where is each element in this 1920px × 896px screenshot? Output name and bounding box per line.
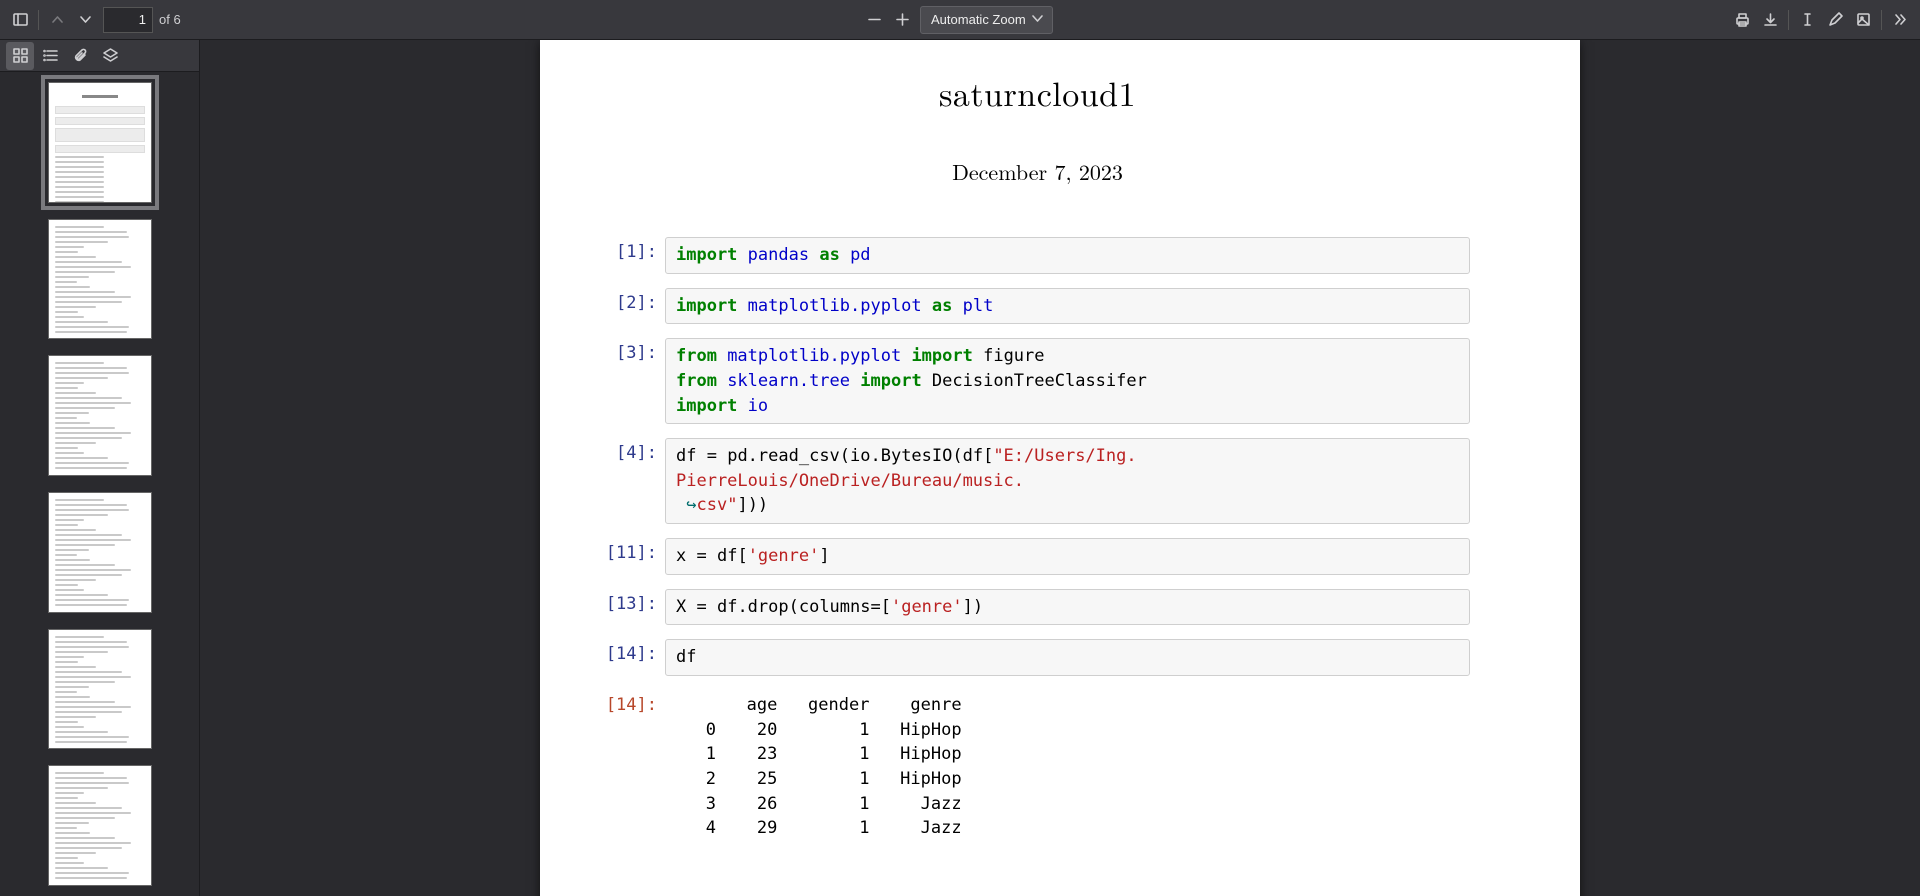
minus-icon <box>866 11 883 28</box>
thumbnail-page-6[interactable] <box>48 765 152 886</box>
cell-prompt: [4]: <box>605 438 665 463</box>
code-box: df = pd.read_csv(io.BytesIO(df["E:/Users… <box>665 438 1470 524</box>
zoom-select[interactable]: Automatic Zoom <box>920 6 1053 34</box>
code-box: X = df.drop(columns=['genre']) <box>665 589 1470 626</box>
separator <box>1881 10 1882 30</box>
sidebar-icon <box>12 11 29 28</box>
outline-view-button[interactable] <box>36 42 64 70</box>
tools-menu-button[interactable] <box>1886 6 1914 34</box>
code-box: df <box>665 639 1470 676</box>
code-box: from matplotlib.pyplot import figure fro… <box>665 338 1470 424</box>
thumbnail-page-1[interactable] <box>48 82 152 203</box>
grid-icon <box>12 47 29 64</box>
thumbnail-page-3[interactable] <box>48 355 152 476</box>
text-tool-button[interactable] <box>1793 6 1821 34</box>
zoom-select-label: Automatic Zoom <box>931 12 1026 27</box>
cell-prompt: [3]: <box>605 338 665 363</box>
zoom-in-button[interactable] <box>888 6 916 34</box>
cell-prompt: [11]: <box>605 538 665 563</box>
code-cell: [14]:df <box>605 639 1470 676</box>
code-cell: [2]:import matplotlib.pyplot as plt <box>605 288 1470 325</box>
document-title: saturncloud1 <box>605 68 1470 116</box>
cell-prompt: [1]: <box>605 237 665 262</box>
toggle-sidebar-button[interactable] <box>6 6 34 34</box>
plus-icon <box>894 11 911 28</box>
chevrons-right-icon <box>1892 11 1909 28</box>
code-box: x = df['genre'] <box>665 538 1470 575</box>
output-cell: [14]: age gender genre 0 20 1 HipHop 1 2… <box>605 690 1470 841</box>
image-icon <box>1855 11 1872 28</box>
draw-tool-button[interactable] <box>1821 6 1849 34</box>
pencil-icon <box>1827 11 1844 28</box>
download-icon <box>1762 11 1779 28</box>
code-cell: [4]:df = pd.read_csv(io.BytesIO(df["E:/U… <box>605 438 1470 524</box>
chevron-down-icon <box>1029 10 1046 30</box>
pdf-page: saturncloud1 December 7, 2023 [1]:import… <box>540 40 1580 896</box>
sidebar <box>0 40 200 896</box>
dataframe-output: age gender genre 0 20 1 HipHop 1 23 1 Hi… <box>665 690 1470 841</box>
layers-icon <box>102 47 119 64</box>
cell-prompt: [14]: <box>605 639 665 664</box>
zoom-out-button[interactable] <box>860 6 888 34</box>
document-date: December 7, 2023 <box>605 156 1470 187</box>
pdf-viewer[interactable]: saturncloud1 December 7, 2023 [1]:import… <box>200 40 1920 896</box>
print-button[interactable] <box>1728 6 1756 34</box>
download-button[interactable] <box>1756 6 1784 34</box>
next-page-button[interactable] <box>71 6 99 34</box>
code-cell: [3]:from matplotlib.pyplot import figure… <box>605 338 1470 424</box>
prev-page-button[interactable] <box>43 6 71 34</box>
page-count-label: of 6 <box>159 12 181 27</box>
code-cell: [13]:X = df.drop(columns=['genre']) <box>605 589 1470 626</box>
text-cursor-icon <box>1799 11 1816 28</box>
thumbnail-page-5[interactable] <box>48 629 152 750</box>
code-cell: [1]:import pandas as pd <box>605 237 1470 274</box>
thumbnail-page-4[interactable] <box>48 492 152 613</box>
chevron-down-icon <box>77 11 94 28</box>
thumbnail-list[interactable] <box>0 72 199 896</box>
cell-prompt: [2]: <box>605 288 665 313</box>
separator <box>1788 10 1789 30</box>
highlight-tool-button[interactable] <box>1849 6 1877 34</box>
sidebar-toolbar <box>0 40 199 72</box>
code-box: import pandas as pd <box>665 237 1470 274</box>
thumbnails-view-button[interactable] <box>6 42 34 70</box>
cell-prompt: [13]: <box>605 589 665 614</box>
list-icon <box>42 47 59 64</box>
layers-view-button[interactable] <box>96 42 124 70</box>
page-number-input[interactable] <box>103 7 153 33</box>
chevron-up-icon <box>49 11 66 28</box>
pdf-toolbar: of 6 Automatic Zoom <box>0 0 1920 40</box>
output-prompt: [14]: <box>605 690 665 715</box>
attachments-view-button[interactable] <box>66 42 94 70</box>
code-box: import matplotlib.pyplot as plt <box>665 288 1470 325</box>
paperclip-icon <box>72 47 89 64</box>
thumbnail-page-2[interactable] <box>48 219 152 340</box>
separator <box>38 10 39 30</box>
printer-icon <box>1734 11 1751 28</box>
code-cell: [11]:x = df['genre'] <box>605 538 1470 575</box>
